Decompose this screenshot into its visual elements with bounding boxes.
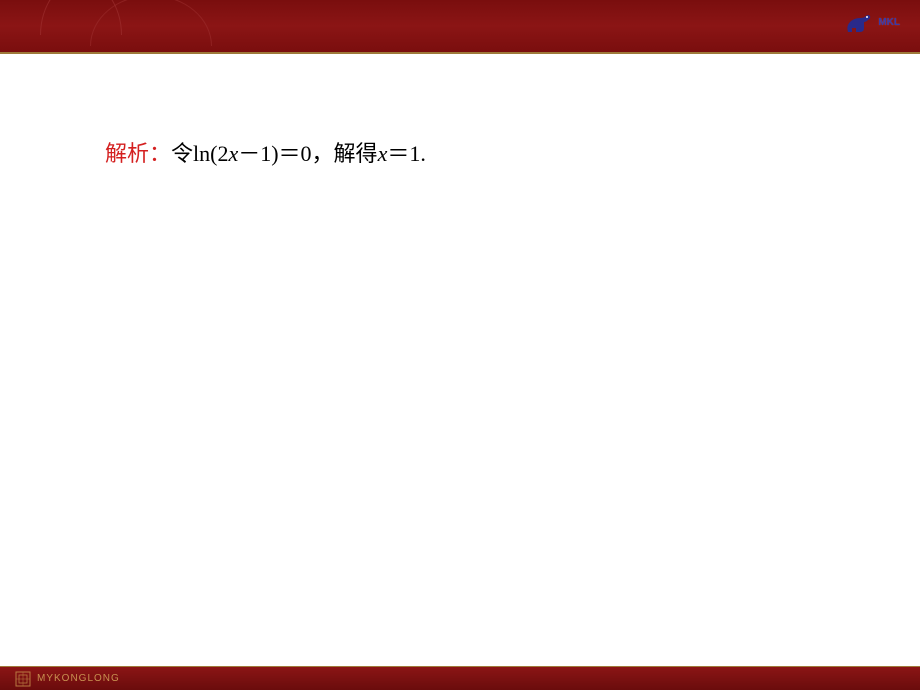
footer-watermark: MYKONGLONG bbox=[37, 673, 120, 684]
solution-line: 解析：令ln(2x－1)＝0，解得x＝1. bbox=[105, 134, 820, 174]
text-part-1: 令ln(2 bbox=[171, 141, 228, 166]
text-part-3: ＝1. bbox=[387, 141, 426, 166]
footer-seal-icon bbox=[15, 671, 31, 687]
dinosaur-icon bbox=[842, 8, 874, 36]
slide-header-border: MKL bbox=[0, 0, 920, 54]
slide-content: 解析：令ln(2x－1)＝0，解得x＝1. bbox=[0, 54, 920, 214]
text-part-2: －1)＝0，解得 bbox=[238, 141, 377, 166]
variable-x-2: x bbox=[378, 141, 388, 166]
solution-label: 解析： bbox=[105, 141, 171, 166]
slide-footer-border: MYKONGLONG bbox=[0, 666, 920, 690]
logo-area: MKL bbox=[842, 8, 900, 36]
logo-text: MKL bbox=[878, 17, 900, 28]
variable-x-1: x bbox=[228, 141, 238, 166]
